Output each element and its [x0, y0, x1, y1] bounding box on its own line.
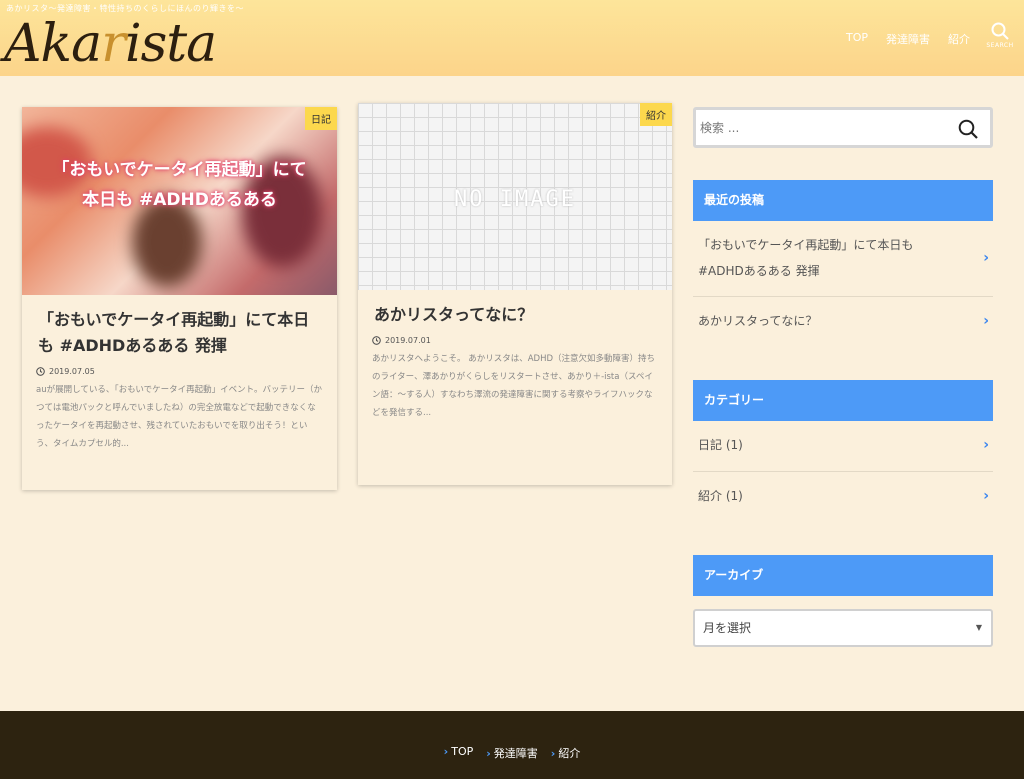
- clock-icon: [36, 367, 45, 376]
- post-thumbnail[interactable]: 「おもいでケータイ再起動」にて 本日も #ADHDあるある 日記: [22, 107, 337, 295]
- nav-link-shoukai[interactable]: 紹介: [948, 31, 970, 47]
- logo-text-accent: r: [101, 14, 126, 74]
- search-icon: [991, 22, 1009, 40]
- category-badge[interactable]: 日記: [305, 107, 337, 130]
- sidebar-search-input[interactable]: [696, 110, 936, 145]
- clock-icon: [372, 336, 381, 345]
- nav-link-top[interactable]: TOP: [846, 31, 868, 47]
- category-badge[interactable]: 紹介: [640, 103, 672, 126]
- logo-text-post: ista: [124, 14, 217, 74]
- search-label: SEARCH: [986, 42, 1014, 49]
- post-date-text: 2019.07.05: [49, 367, 95, 376]
- header-search-button[interactable]: SEARCH: [986, 22, 1014, 54]
- site-header: あかリスタ〜発達障害・特性持ちのくらしにほんのり輝きを〜 Akarista TO…: [0, 0, 1024, 76]
- thumb-caption-line2: 本日も #ADHDあるある: [82, 190, 277, 210]
- recent-posts-heading: 最近の投稿: [693, 180, 993, 221]
- chevron-right-icon: ›: [983, 437, 989, 453]
- post-thumbnail[interactable]: NO IMAGE 紹介: [358, 103, 672, 290]
- footer-link-label: 発達障害: [493, 747, 538, 760]
- dropdown-caret-icon: ▼: [975, 623, 982, 632]
- thumb-caption-line1: 「おもいでケータイ再起動」にて: [52, 160, 307, 180]
- archive-select-value: 月を選択: [703, 621, 752, 635]
- chevron-right-icon: ›: [486, 747, 491, 760]
- post-date: 2019.07.05: [22, 359, 337, 376]
- site-footer: › TOP › 発達障害 › 紹介: [0, 711, 1024, 779]
- site-tagline: あかリスタ〜発達障害・特性持ちのくらしにほんのり輝きを〜: [6, 4, 244, 13]
- thumb-figure: [132, 197, 202, 287]
- logo-text-pre: Aka: [4, 14, 102, 74]
- category-label: 日記 (1): [698, 438, 743, 452]
- chevron-right-icon: ›: [983, 250, 989, 266]
- header-nav: TOP 発達障害 紹介: [846, 31, 970, 47]
- category-link[interactable]: 紹介 (1) ›: [693, 483, 993, 509]
- archive-select[interactable]: 月を選択 ▼: [693, 609, 993, 647]
- nav-link-hattatsu[interactable]: 発達障害: [886, 31, 930, 47]
- footer-link-shoukai[interactable]: › 紹介: [551, 745, 581, 761]
- footer-link-label: 紹介: [558, 747, 581, 760]
- categories-heading: カテゴリー: [693, 380, 993, 421]
- post-title[interactable]: 「おもいでケータイ再起動」にて本日も #ADHDあるある 発揮: [22, 295, 337, 359]
- footer-link-hattatsu[interactable]: › 発達障害: [486, 745, 538, 761]
- category-link[interactable]: 日記 (1) ›: [693, 432, 993, 472]
- chevron-right-icon: ›: [443, 745, 449, 758]
- post-excerpt: auが展開している、「おもいでケータイ再起動」イベント。バッテリー（かつては電池…: [36, 385, 322, 449]
- no-image-placeholder: NO IMAGE: [454, 187, 576, 212]
- site-logo[interactable]: Akarista: [4, 14, 217, 74]
- post-card[interactable]: NO IMAGE 紹介 あかリスタってなに？ 2019.07.01 あかリスタへ…: [358, 103, 672, 485]
- recent-post-title: 「おもいでケータイ再起動」にて本日も #ADHDあるある 発揮: [698, 238, 914, 278]
- footer-nav: › TOP › 発達障害 › 紹介: [0, 745, 1024, 761]
- post-date-text: 2019.07.01: [385, 336, 431, 345]
- sidebar-search-box: [693, 107, 993, 148]
- chevron-right-icon: ›: [550, 747, 556, 760]
- archive-heading: アーカイブ: [693, 555, 993, 596]
- chevron-right-icon: ›: [983, 488, 989, 504]
- footer-link-label: TOP: [451, 745, 474, 758]
- chevron-right-icon: ›: [983, 313, 989, 329]
- category-label: 紹介 (1): [698, 489, 743, 503]
- post-excerpt: あかリスタへようこそ。 あかリスタは、ADHD（注意欠如多動障害）持ちのライター…: [372, 354, 656, 418]
- post-date: 2019.07.01: [358, 328, 672, 345]
- recent-post-link[interactable]: 「おもいでケータイ再起動」にて本日も #ADHDあるある 発揮 ›: [693, 232, 993, 297]
- recent-post-title: あかリスタってなに？: [698, 314, 818, 328]
- post-title[interactable]: あかリスタってなに？: [358, 290, 672, 328]
- footer-link-top[interactable]: › TOP: [444, 745, 474, 761]
- recent-post-link[interactable]: あかリスタってなに？ ›: [693, 308, 993, 334]
- post-card[interactable]: 「おもいでケータイ再起動」にて 本日も #ADHDあるある 日記 「おもいでケー…: [22, 107, 337, 490]
- search-icon[interactable]: [958, 119, 978, 139]
